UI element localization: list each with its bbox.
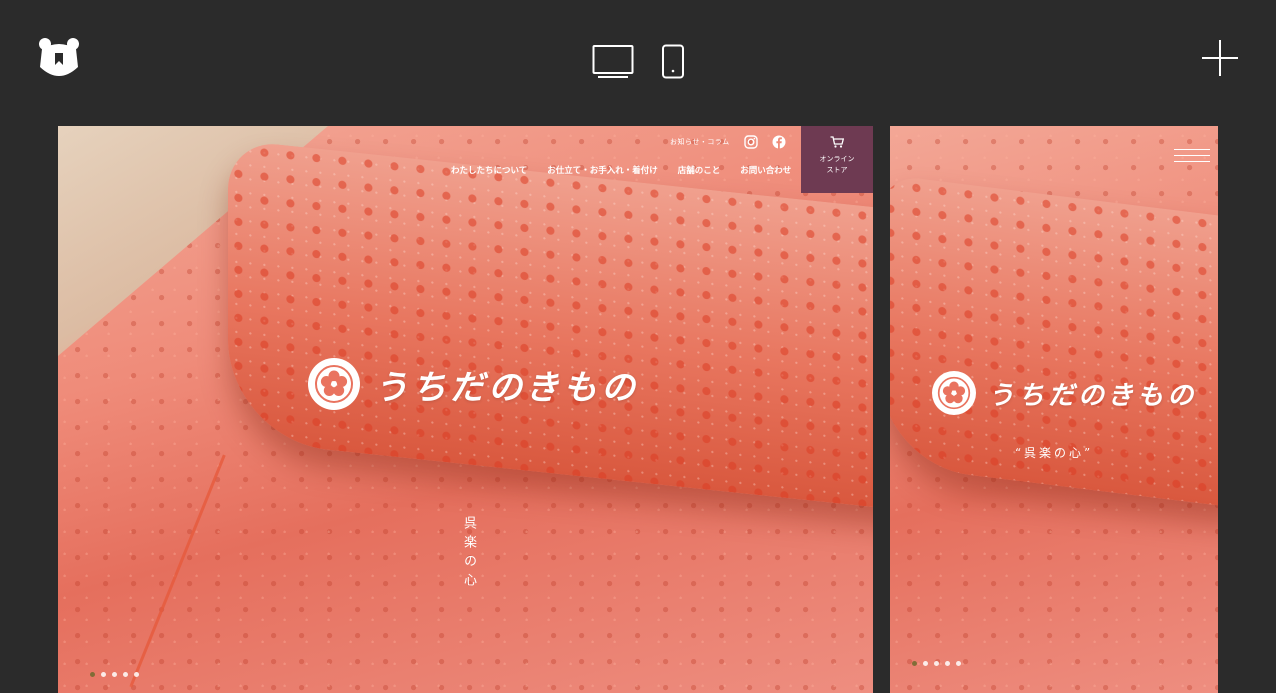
wooden-floor bbox=[58, 126, 328, 356]
slider-dots bbox=[912, 661, 961, 666]
main-nav: わたしたちについて お仕立て・お手入れ・着付け 店舗のこと お問い合わせ bbox=[451, 164, 791, 176]
plus-icon[interactable] bbox=[1200, 38, 1240, 78]
fabric-seam bbox=[129, 454, 226, 688]
slider-dot[interactable] bbox=[90, 672, 95, 677]
nav-about[interactable]: わたしたちについて bbox=[451, 164, 527, 176]
brand-logo: うちだのきもの bbox=[932, 371, 1197, 415]
nav-tailoring[interactable]: お仕立て・お手入れ・着付け bbox=[547, 164, 658, 176]
slider-dot[interactable] bbox=[945, 661, 950, 666]
slider-dots bbox=[90, 672, 139, 677]
mobile-preview: うちだのきもの “呉楽の心” bbox=[890, 126, 1218, 693]
top-links: お知らせ・コラム bbox=[670, 135, 786, 149]
tagline: 呉楽の心 bbox=[461, 516, 476, 592]
hamburger-menu-icon[interactable] bbox=[1174, 149, 1210, 165]
slider-dot[interactable] bbox=[934, 661, 939, 666]
online-store-label: オンライン ストア bbox=[819, 155, 855, 174]
cart-icon bbox=[830, 136, 845, 148]
tagline: “呉楽の心” bbox=[1014, 446, 1094, 460]
facebook-icon[interactable] bbox=[772, 135, 786, 149]
slider-dot[interactable] bbox=[123, 672, 128, 677]
online-store-button[interactable]: オンライン ストア bbox=[801, 126, 873, 193]
slider-dot[interactable] bbox=[923, 661, 928, 666]
desktop-monitor-icon[interactable] bbox=[592, 44, 634, 80]
smartphone-icon[interactable] bbox=[661, 44, 685, 80]
plum-crest-icon bbox=[308, 358, 360, 410]
brand-name: うちだのきもの bbox=[374, 367, 639, 408]
nav-contact[interactable]: お問い合わせ bbox=[740, 164, 791, 176]
slider-dot[interactable] bbox=[112, 672, 117, 677]
instagram-icon[interactable] bbox=[743, 135, 758, 149]
bear-bookmark-icon[interactable] bbox=[38, 37, 80, 81]
kimono-fabric-fold bbox=[228, 139, 873, 513]
desktop-preview: お知らせ・コラム わたしたちについて お仕立て・お手入れ・着付け 店舗のこと お… bbox=[58, 126, 873, 693]
slider-dot[interactable] bbox=[912, 661, 917, 666]
news-column-link[interactable]: お知らせ・コラム bbox=[670, 137, 730, 147]
slider-dot[interactable] bbox=[956, 661, 961, 666]
brand-name: うちだのきもの bbox=[988, 380, 1198, 411]
plum-crest-icon bbox=[932, 371, 976, 415]
slider-dot[interactable] bbox=[134, 672, 139, 677]
slider-dot[interactable] bbox=[101, 672, 106, 677]
nav-store-info[interactable]: 店舗のこと bbox=[678, 164, 721, 176]
brand-logo: うちだのきもの bbox=[308, 358, 639, 410]
